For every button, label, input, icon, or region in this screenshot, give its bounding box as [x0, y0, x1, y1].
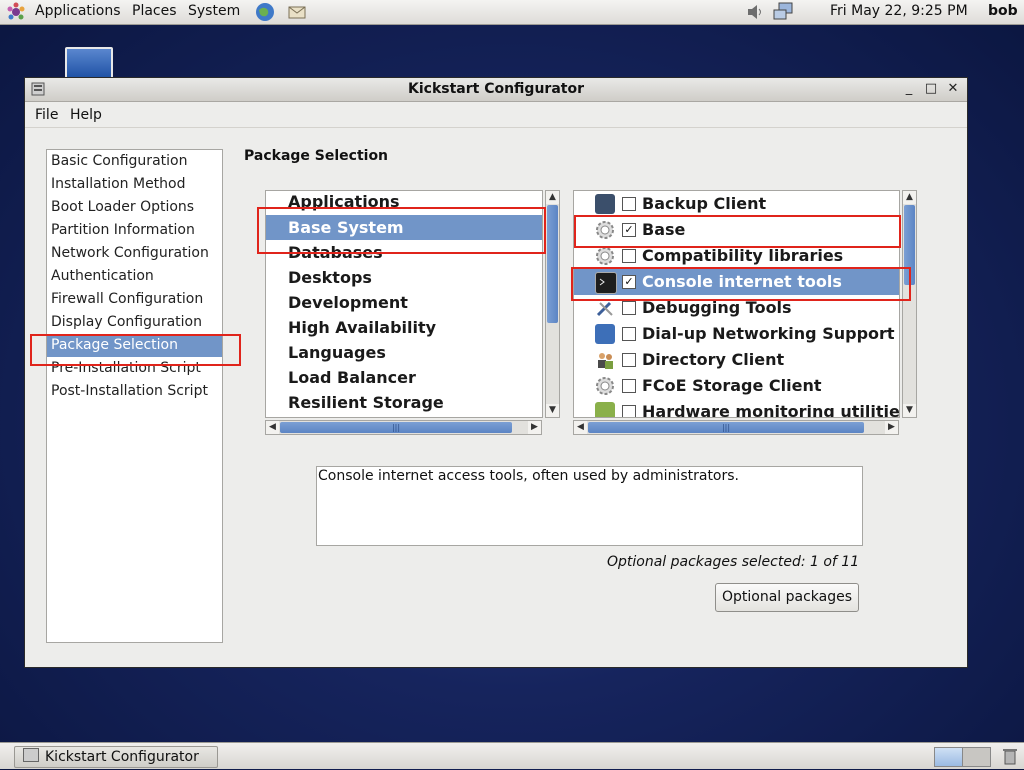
gnome-foot-icon[interactable] [6, 2, 26, 22]
tools-icon [595, 298, 615, 318]
taskbar-label: Kickstart Configurator [45, 749, 199, 765]
menu-bar: File Help [25, 102, 967, 128]
scroll-left-icon[interactable]: ◀ [574, 421, 587, 434]
help-menu[interactable]: Help [70, 107, 102, 123]
checkbox[interactable] [622, 301, 636, 315]
checkbox[interactable] [622, 327, 636, 341]
optional-packages-button[interactable]: Optional packages [715, 583, 859, 612]
highlight-box-group [257, 207, 546, 254]
scroll-down-icon[interactable]: ▼ [546, 404, 559, 417]
group-resilient-storage[interactable]: Resilient Storage [266, 390, 542, 415]
group-load-balancer[interactable]: Load Balancer [266, 365, 542, 390]
scroll-up-icon[interactable]: ▲ [903, 191, 916, 204]
groups-hscroll-thumb[interactable]: ||| [280, 422, 512, 433]
packages-hscroll-thumb[interactable]: ||| [588, 422, 864, 433]
package-fcoe-storage-client[interactable]: FCoE Storage Client [574, 373, 899, 399]
nav-item-authentication[interactable]: Authentication [47, 265, 222, 288]
checkbox[interactable] [622, 405, 636, 417]
kickstart-window: Kickstart Configurator _ □ ✕ File Help B… [24, 77, 968, 668]
scroll-down-icon[interactable]: ▼ [903, 404, 916, 417]
checkbox[interactable] [622, 197, 636, 211]
group-desktops[interactable]: Desktops [266, 265, 542, 290]
scroll-right-icon[interactable]: ▶ [528, 421, 541, 434]
optional-count: Optional packages selected: 1 of 11 [607, 554, 860, 570]
gear-icon [595, 246, 615, 266]
trash-icon[interactable] [1000, 746, 1020, 766]
top-panel: Applications Places System Fri May 22, 9… [0, 0, 1024, 25]
groups-scroll-thumb[interactable] [547, 205, 558, 323]
applications-menu[interactable]: Applications [35, 3, 121, 19]
section-nav-list: Basic Configuration Installation Method … [46, 149, 223, 643]
volume-icon[interactable] [744, 1, 766, 23]
packages-horizontal-scrollbar[interactable]: ◀ ||| ▶ [573, 420, 899, 435]
nav-item-basic-configuration[interactable]: Basic Configuration [47, 150, 222, 173]
file-menu[interactable]: File [35, 107, 58, 123]
highlight-box-nav [30, 334, 241, 366]
users-icon [595, 350, 615, 370]
package-hardware-monitoring[interactable]: Hardware monitoring utilitie [574, 399, 899, 417]
close-icon[interactable]: ✕ [945, 81, 961, 97]
web-browser-icon[interactable] [254, 1, 276, 23]
nav-item-display-configuration[interactable]: Display Configuration [47, 311, 222, 334]
clock[interactable]: Fri May 22, 9:25 PM [830, 3, 968, 19]
maximize-icon[interactable]: □ [923, 81, 939, 97]
phone-icon [595, 324, 615, 344]
bottom-panel: Kickstart Configurator [0, 742, 1024, 769]
package-description: Console internet access tools, often use… [316, 466, 863, 546]
mail-icon[interactable] [286, 1, 308, 23]
group-development[interactable]: Development [266, 290, 542, 315]
highlight-box-base [574, 215, 901, 248]
workspace-1[interactable] [934, 747, 963, 767]
nav-item-installation-method[interactable]: Installation Method [47, 173, 222, 196]
monitor-icon [595, 402, 615, 417]
checkbox[interactable] [622, 249, 636, 263]
section-title: Package Selection [244, 148, 389, 164]
backup-icon [595, 194, 615, 214]
minimize-icon[interactable]: _ [901, 81, 917, 97]
window-title: Kickstart Configurator [408, 81, 584, 97]
group-high-availability[interactable]: High Availability [266, 315, 542, 340]
package-dial-up-networking[interactable]: Dial-up Networking Support [574, 321, 899, 347]
package-backup-client[interactable]: Backup Client [574, 191, 899, 217]
nav-item-partition-information[interactable]: Partition Information [47, 219, 222, 242]
scroll-left-icon[interactable]: ◀ [266, 421, 279, 434]
workspace-2[interactable] [962, 747, 991, 767]
network-icon[interactable] [772, 1, 794, 23]
system-menu[interactable]: System [188, 3, 240, 19]
checkbox[interactable] [622, 353, 636, 367]
groups-horizontal-scrollbar[interactable]: ◀ ||| ▶ [265, 420, 542, 435]
group-languages[interactable]: Languages [266, 340, 542, 365]
nav-item-firewall-configuration[interactable]: Firewall Configuration [47, 288, 222, 311]
places-menu[interactable]: Places [132, 3, 177, 19]
taskbar-window-button[interactable]: Kickstart Configurator [14, 746, 218, 768]
scroll-up-icon[interactable]: ▲ [546, 191, 559, 204]
title-bar[interactable]: Kickstart Configurator _ □ ✕ [25, 78, 967, 102]
highlight-box-console [571, 267, 911, 301]
groups-vertical-scrollbar[interactable]: ▲ ▼ [545, 190, 560, 418]
nav-item-boot-loader-options[interactable]: Boot Loader Options [47, 196, 222, 219]
app-icon [23, 748, 39, 762]
gear-icon [595, 376, 615, 396]
package-directory-client[interactable]: Directory Client [574, 347, 899, 373]
checkbox[interactable] [622, 379, 636, 393]
scroll-right-icon[interactable]: ▶ [885, 421, 898, 434]
nav-item-network-configuration[interactable]: Network Configuration [47, 242, 222, 265]
packages-vertical-scrollbar[interactable]: ▲ ▼ [902, 190, 917, 418]
user-name[interactable]: bob [988, 3, 1018, 19]
computer-desktop-icon[interactable] [65, 47, 113, 81]
nav-item-post-installation-script[interactable]: Post-Installation Script [47, 380, 222, 403]
